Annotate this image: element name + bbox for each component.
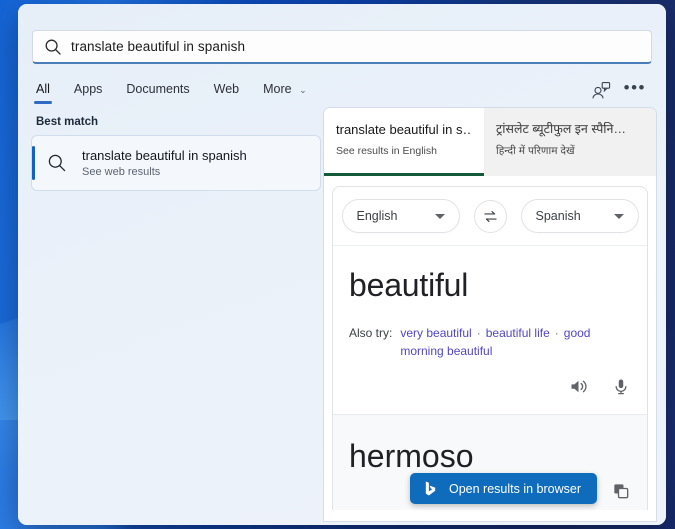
language-selector-row: English Spanish — [333, 187, 647, 246]
overflow-menu-icon[interactable]: ••• — [616, 79, 650, 103]
translator-widget: English Spanish beautiful Also try: very… — [332, 186, 648, 510]
preview-panel: translate beautiful in s… See results in… — [324, 108, 656, 521]
separator: · — [476, 326, 481, 341]
tab-all-label: All — [36, 81, 50, 96]
tab-more[interactable]: More ⌄ — [261, 79, 309, 104]
windows-search-window: translate beautiful in spanish All Apps … — [18, 4, 666, 525]
source-text-block: beautiful Also try: very beautiful · beaut… — [333, 246, 647, 414]
target-language-dropdown[interactable]: Spanish — [520, 199, 639, 233]
bing-logo-icon — [422, 480, 439, 497]
search-input-value: translate beautiful in spanish — [71, 38, 246, 54]
speaker-icon[interactable] — [568, 376, 589, 402]
also-try-links: very beautiful · beautiful life · good morni… — [400, 325, 631, 360]
preview-result-tabs: translate beautiful in s… See results in… — [324, 108, 656, 176]
swap-languages-button[interactable] — [473, 199, 507, 233]
tab-all[interactable]: All — [34, 79, 52, 104]
copy-icon[interactable] — [611, 481, 631, 506]
search-icon — [46, 152, 68, 174]
best-match-texts: translate beautiful in spanish See web r… — [82, 148, 247, 178]
search-icon — [43, 37, 63, 57]
tab-apps-label: Apps — [73, 81, 103, 96]
source-language-dropdown[interactable]: English — [341, 199, 460, 233]
feedback-icon[interactable] — [590, 80, 612, 102]
swap-languages-icon — [483, 210, 497, 222]
best-match-result[interactable]: translate beautiful in spanish See web r… — [32, 136, 320, 190]
source-word: beautiful — [349, 267, 469, 303]
result-tab-english-subtitle: See results in English — [336, 144, 437, 157]
source-actions — [568, 376, 631, 402]
also-try-row: Also try: very beautiful · beautiful life ·… — [349, 325, 631, 360]
tab-web-label: Web — [213, 81, 240, 96]
result-tab-english-title: translate beautiful in s… — [336, 122, 472, 137]
chevron-down-icon — [613, 213, 624, 219]
tab-documents-label: Documents — [126, 81, 190, 96]
search-box-container: translate beautiful in spanish — [18, 4, 666, 64]
also-try-label: Also try: — [349, 326, 393, 341]
tab-more-label: More — [263, 81, 292, 96]
best-match-title: translate beautiful in spanish — [82, 147, 247, 163]
chevron-down-icon — [434, 213, 445, 219]
search-input[interactable]: translate beautiful in spanish — [32, 30, 652, 64]
target-word: hermoso — [349, 438, 474, 474]
result-tab-hindi-subtitle: हिन्दी में परिणाम देखें — [496, 145, 575, 157]
separator: · — [554, 326, 559, 341]
also-try-link[interactable]: very beautiful — [400, 326, 471, 340]
result-tab-english[interactable]: translate beautiful in s… See results in… — [324, 108, 484, 176]
filter-tabs: All Apps Documents Web More ⌄ ••• — [18, 74, 666, 108]
tab-apps[interactable]: Apps — [72, 79, 105, 104]
also-try-link[interactable]: beautiful life — [486, 326, 550, 340]
tab-web[interactable]: Web — [212, 79, 241, 104]
result-tab-hindi-title: ट्रांसलेट ब्यूटीफुल इन स्पैनि… — [496, 122, 626, 136]
open-results-in-browser-button[interactable]: Open results in browser — [410, 473, 598, 504]
search-results-body: Best match translate beautiful in spanis… — [18, 108, 666, 521]
source-language-value: English — [356, 209, 398, 223]
best-match-subtitle: See web results — [82, 166, 161, 179]
result-tab-hindi[interactable]: ट्रांसलेट ब्यूटीफुल इन स्पैनि… हिन्दी मे… — [484, 108, 656, 176]
target-language-value: Spanish — [535, 209, 581, 223]
tab-documents[interactable]: Documents — [124, 79, 191, 104]
microphone-icon[interactable] — [611, 377, 631, 402]
best-match-label: Best match — [36, 116, 98, 128]
open-results-in-browser-label: Open results in browser — [449, 481, 582, 496]
chevron-down-icon: ⌄ — [299, 84, 307, 95]
results-list-panel: Best match translate beautiful in spanis… — [18, 108, 320, 521]
